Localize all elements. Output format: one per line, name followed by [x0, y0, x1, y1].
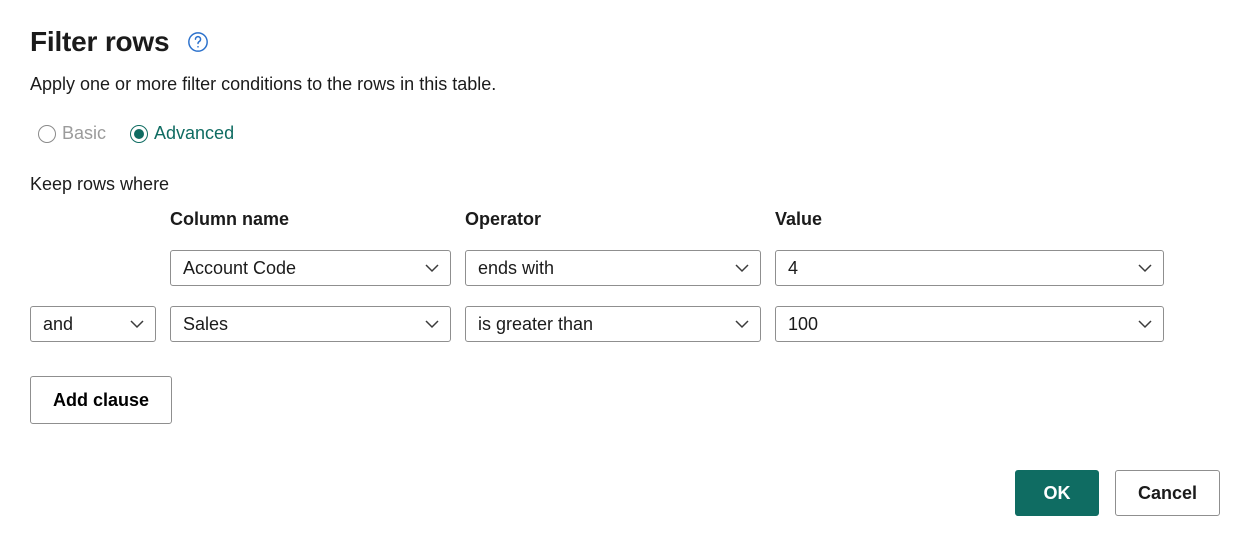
conjunction-select[interactable]: and	[30, 306, 156, 342]
select-value: and	[43, 314, 73, 335]
value-select[interactable]: 100	[775, 306, 1164, 342]
grid-spacer	[30, 209, 156, 230]
mode-radio-group: Basic Advanced	[38, 123, 1220, 144]
select-value: Sales	[183, 314, 228, 335]
dialog-footer: OK Cancel	[30, 470, 1220, 516]
radio-icon	[38, 125, 56, 143]
keep-rows-label: Keep rows where	[30, 174, 1220, 195]
operator-select[interactable]: ends with	[465, 250, 761, 286]
add-clause-button[interactable]: Add clause	[30, 376, 172, 424]
clauses-grid: Column name Operator Value Account Code …	[30, 209, 1220, 342]
conjunction-empty	[30, 250, 156, 286]
help-icon[interactable]	[187, 31, 209, 53]
mode-radio-basic[interactable]: Basic	[38, 123, 106, 144]
radio-label-advanced: Advanced	[154, 123, 234, 144]
page-title: Filter rows	[30, 26, 169, 58]
select-value: 100	[788, 314, 818, 335]
value-select[interactable]: 4	[775, 250, 1164, 286]
radio-icon	[130, 125, 148, 143]
chevron-down-icon	[129, 316, 145, 332]
select-value: Account Code	[183, 258, 296, 279]
radio-label-basic: Basic	[62, 123, 106, 144]
select-value: 4	[788, 258, 798, 279]
cancel-button[interactable]: Cancel	[1115, 470, 1220, 516]
chevron-down-icon	[424, 260, 440, 276]
chevron-down-icon	[1137, 260, 1153, 276]
column-header-operator: Operator	[465, 209, 761, 230]
column-header-value: Value	[775, 209, 1164, 230]
chevron-down-icon	[734, 260, 750, 276]
chevron-down-icon	[734, 316, 750, 332]
ok-button[interactable]: OK	[1015, 470, 1099, 516]
mode-radio-advanced[interactable]: Advanced	[130, 123, 234, 144]
column-select[interactable]: Account Code	[170, 250, 451, 286]
select-value: ends with	[478, 258, 554, 279]
column-select[interactable]: Sales	[170, 306, 451, 342]
operator-select[interactable]: is greater than	[465, 306, 761, 342]
page-subtitle: Apply one or more filter conditions to t…	[30, 74, 1220, 95]
chevron-down-icon	[424, 316, 440, 332]
column-header-column-name: Column name	[170, 209, 451, 230]
select-value: is greater than	[478, 314, 593, 335]
chevron-down-icon	[1137, 316, 1153, 332]
